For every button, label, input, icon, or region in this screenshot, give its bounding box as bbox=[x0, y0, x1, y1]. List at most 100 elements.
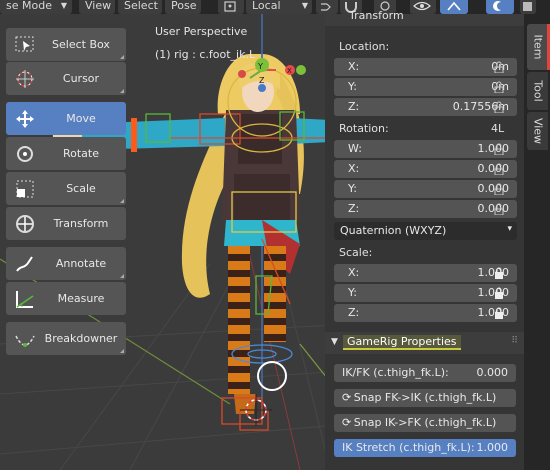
tool-label: Cursor bbox=[62, 72, 100, 85]
visibility-icon[interactable] bbox=[410, 0, 436, 14]
tool-label: Annotate bbox=[55, 257, 107, 270]
transform-pivot-icon[interactable] bbox=[218, 0, 244, 14]
section-title: Transform bbox=[349, 9, 404, 22]
tool-label: Select Box bbox=[52, 38, 110, 51]
select-box-icon bbox=[15, 36, 34, 52]
ik-stretch-value: 1.000 bbox=[476, 441, 509, 454]
snap-ik-fk-label: Snap IK->FK (c.thigh_fk.L) bbox=[353, 416, 497, 429]
tool-move[interactable]: Move bbox=[6, 102, 126, 135]
tool-label: Move bbox=[66, 112, 96, 125]
tool-select-box[interactable]: Select Box bbox=[6, 28, 126, 61]
ikfk-value: 0.000 bbox=[476, 366, 509, 379]
ikfk-slider[interactable]: IK/FK (c.thigh_fk.L): 0.000 bbox=[334, 364, 516, 382]
tool-transform[interactable]: Transform bbox=[6, 207, 126, 240]
ik-stretch-slider[interactable]: IK Stretch (c.thigh_fk.L): 1.000 bbox=[334, 439, 516, 457]
move-icon bbox=[16, 110, 34, 128]
lock-open-icon[interactable] bbox=[493, 61, 505, 73]
transform-icon bbox=[16, 215, 34, 233]
tool-rotate[interactable]: Rotate bbox=[6, 137, 126, 170]
tool-label: Rotate bbox=[62, 147, 99, 160]
tool-menu-corner bbox=[120, 199, 124, 203]
rotation-mode-dropdown[interactable]: Quaternion (WXYZ) ▾ bbox=[334, 222, 517, 240]
lock-open-icon[interactable] bbox=[493, 81, 505, 93]
location-x-field[interactable]: X: 0m bbox=[334, 58, 517, 76]
tab-view[interactable]: View bbox=[527, 112, 548, 150]
scale-x-field[interactable]: X: 1.000 bbox=[334, 264, 517, 282]
drag-handle-icon[interactable]: ⠿ bbox=[511, 336, 518, 346]
viewport-title: User Perspective bbox=[155, 25, 248, 38]
measure-icon bbox=[16, 291, 34, 308]
gizmo-toggle-icon[interactable] bbox=[440, 0, 468, 14]
snap-fk-ik-button[interactable]: ⟳ Snap FK->IK (c.thigh_fk.L) bbox=[334, 389, 516, 407]
rotation-x-field[interactable]: X: 0.000 bbox=[334, 160, 517, 178]
lock-open-icon[interactable] bbox=[493, 101, 505, 113]
lock-closed-icon[interactable] bbox=[493, 267, 505, 279]
annotate-icon bbox=[16, 256, 33, 272]
tab-item[interactable]: Item bbox=[527, 24, 550, 70]
rotation-z-field[interactable]: Z: 0.000 bbox=[334, 200, 517, 218]
lock-open-icon[interactable] bbox=[493, 183, 505, 195]
rotation-y-field[interactable]: Y: 0.000 bbox=[334, 180, 517, 198]
snap-ik-fk-button[interactable]: ⟳ Snap IK->FK (c.thigh_fk.L) bbox=[334, 414, 516, 432]
scale-y-field[interactable]: Y: 1.000 bbox=[334, 284, 517, 302]
gamerig-title: GameRig Properties bbox=[343, 335, 461, 350]
overlay-toggle-icon[interactable] bbox=[486, 0, 514, 14]
tool-scale[interactable]: Scale bbox=[6, 172, 126, 205]
viewport-subtitle: (1) rig : c.foot_ik.L bbox=[155, 48, 256, 61]
lock-open-icon[interactable] bbox=[493, 143, 505, 155]
tool-label: Measure bbox=[57, 292, 105, 305]
svg-text:X: X bbox=[287, 67, 292, 75]
header-bar: se Mode ▼ View Select Pose Local ▼ bbox=[0, 0, 550, 14]
tab-tool[interactable]: Tool bbox=[527, 72, 548, 110]
menu-select[interactable]: Select bbox=[118, 0, 162, 14]
tool-label: Transform bbox=[53, 217, 109, 230]
lock-closed-icon[interactable] bbox=[493, 287, 505, 299]
lock-closed-icon[interactable] bbox=[493, 307, 505, 319]
sidebar-tabs: Item Tool View bbox=[524, 14, 550, 470]
link-icon[interactable] bbox=[316, 0, 338, 14]
rotation-w-field[interactable]: W: 1.000 bbox=[334, 140, 517, 158]
lock-open-icon[interactable] bbox=[493, 163, 505, 175]
rotation-mode-value: Quaternion (WXYZ) bbox=[340, 224, 447, 237]
location-z-field[interactable]: Z: 0.17556m bbox=[334, 98, 517, 116]
scale-label: Scale: bbox=[339, 246, 373, 259]
chevron-down-icon: ▼ bbox=[331, 337, 338, 347]
tool-cursor[interactable]: Cursor bbox=[6, 62, 126, 95]
lock-open-icon[interactable] bbox=[493, 203, 505, 215]
location-label: Location: bbox=[339, 40, 390, 53]
cursor-icon bbox=[16, 70, 34, 88]
location-y-field[interactable]: Y: 0m bbox=[334, 78, 517, 96]
chevron-down-icon: ▾ bbox=[507, 224, 512, 234]
mode-dropdown[interactable]: se Mode ▼ bbox=[0, 0, 72, 14]
scale-z-field[interactable]: Z: 1.000 bbox=[334, 304, 517, 322]
scale-icon bbox=[16, 180, 34, 198]
svg-text:Z: Z bbox=[259, 76, 265, 85]
tool-menu-corner bbox=[120, 55, 124, 59]
menu-view[interactable]: View bbox=[79, 0, 115, 14]
snap-fk-ik-label: Snap FK->IK (c.thigh_fk.L) bbox=[353, 391, 497, 404]
rotation-label: Rotation: bbox=[339, 122, 389, 135]
gamerig-section-header[interactable]: ▼ GameRig Properties ⠿ bbox=[325, 332, 524, 354]
transform-section-header[interactable]: Transform bbox=[325, 9, 524, 26]
rotation-mode-tag: 4L bbox=[491, 122, 505, 135]
tool-measure[interactable]: Measure bbox=[6, 282, 126, 315]
sidebar-panel: Transform Location: X: 0m Y: 0m Z: 0.17556m… bbox=[325, 9, 524, 470]
tool-annotate[interactable]: Annotate bbox=[6, 247, 126, 280]
mode-label: se Mode bbox=[6, 0, 52, 12]
menu-pose[interactable]: Pose bbox=[165, 0, 201, 14]
snap-icon: ⟳ bbox=[342, 416, 352, 429]
ik-stretch-label: IK Stretch (c.thigh_fk.L): bbox=[342, 441, 475, 454]
ikfk-label: IK/FK (c.thigh_fk.L): bbox=[342, 366, 449, 379]
orientation-dropdown[interactable]: Local ▼ bbox=[246, 0, 312, 14]
chevron-down-icon: ▼ bbox=[60, 1, 67, 10]
svg-text:Y: Y bbox=[257, 62, 263, 71]
chevron-down-icon: ▼ bbox=[301, 1, 308, 10]
snap-icon: ⟳ bbox=[342, 391, 352, 404]
tool-menu-corner bbox=[120, 349, 124, 353]
tool-label: Scale bbox=[66, 182, 96, 195]
shading-icon[interactable] bbox=[520, 0, 536, 14]
rotate-icon bbox=[17, 146, 33, 162]
tool-menu-corner bbox=[120, 89, 124, 93]
tool-breakdowner[interactable]: Breakdowner bbox=[6, 322, 126, 355]
breakdowner-icon bbox=[15, 335, 35, 347]
